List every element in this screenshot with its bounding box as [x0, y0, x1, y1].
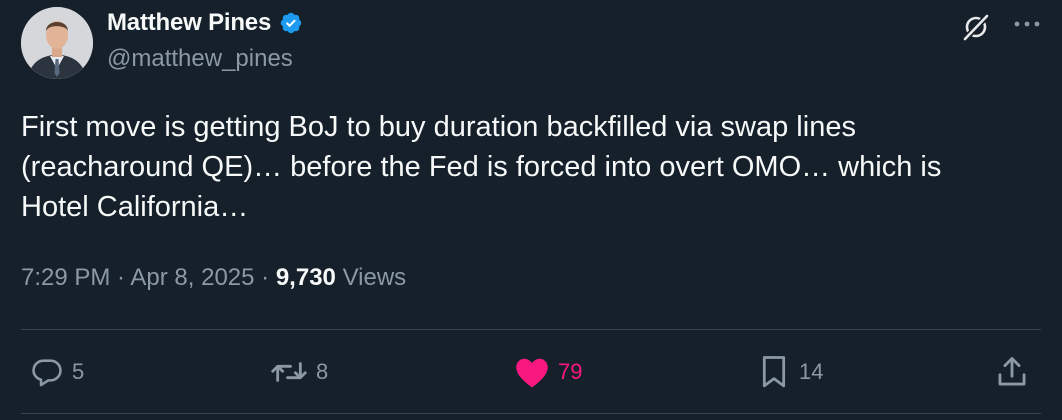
meta-separator: ·	[110, 264, 131, 291]
divider-bottom	[21, 413, 1041, 414]
more-options-icon[interactable]	[1010, 10, 1044, 44]
views-count: 9,730	[275, 264, 336, 291]
reply-button[interactable]: 5	[30, 352, 84, 392]
reply-icon	[32, 359, 62, 387]
verified-badge-icon[interactable]	[279, 11, 303, 35]
repost-button[interactable]: 8	[270, 352, 328, 392]
name-row: Matthew Pines	[107, 9, 303, 37]
bookmark-icon	[762, 356, 786, 388]
share-button[interactable]	[995, 352, 1029, 392]
heart-icon	[516, 358, 548, 388]
repost-icon	[271, 362, 307, 382]
reply-count: 5	[72, 359, 85, 384]
tweet-card: Matthew Pines @matthew_pines First move …	[0, 0, 1062, 420]
share-icon	[998, 357, 1026, 386]
avatar[interactable]	[21, 7, 93, 79]
like-count: 79	[558, 359, 583, 384]
meta-separator: ·	[254, 264, 276, 291]
tweet-text: First move is getting BoJ to buy duratio…	[21, 111, 942, 223]
views-label: Views	[342, 264, 407, 291]
display-name[interactable]: Matthew Pines	[107, 9, 271, 37]
tweet-time[interactable]: 7:29 PM	[21, 264, 110, 291]
like-button[interactable]: 79	[514, 352, 582, 392]
user-handle[interactable]: @matthew_pines	[107, 45, 293, 73]
bookmark-button[interactable]: 14	[757, 352, 823, 392]
repost-count: 8	[316, 359, 329, 384]
divider-top	[21, 329, 1041, 330]
tweet-date[interactable]: Apr 8, 2025	[130, 264, 254, 291]
grok-icon[interactable]	[959, 10, 993, 44]
tweet-meta: 7:29 PM · Apr 8, 2025 · 9,730 Views	[21, 264, 406, 292]
bookmark-count: 14	[799, 359, 824, 384]
